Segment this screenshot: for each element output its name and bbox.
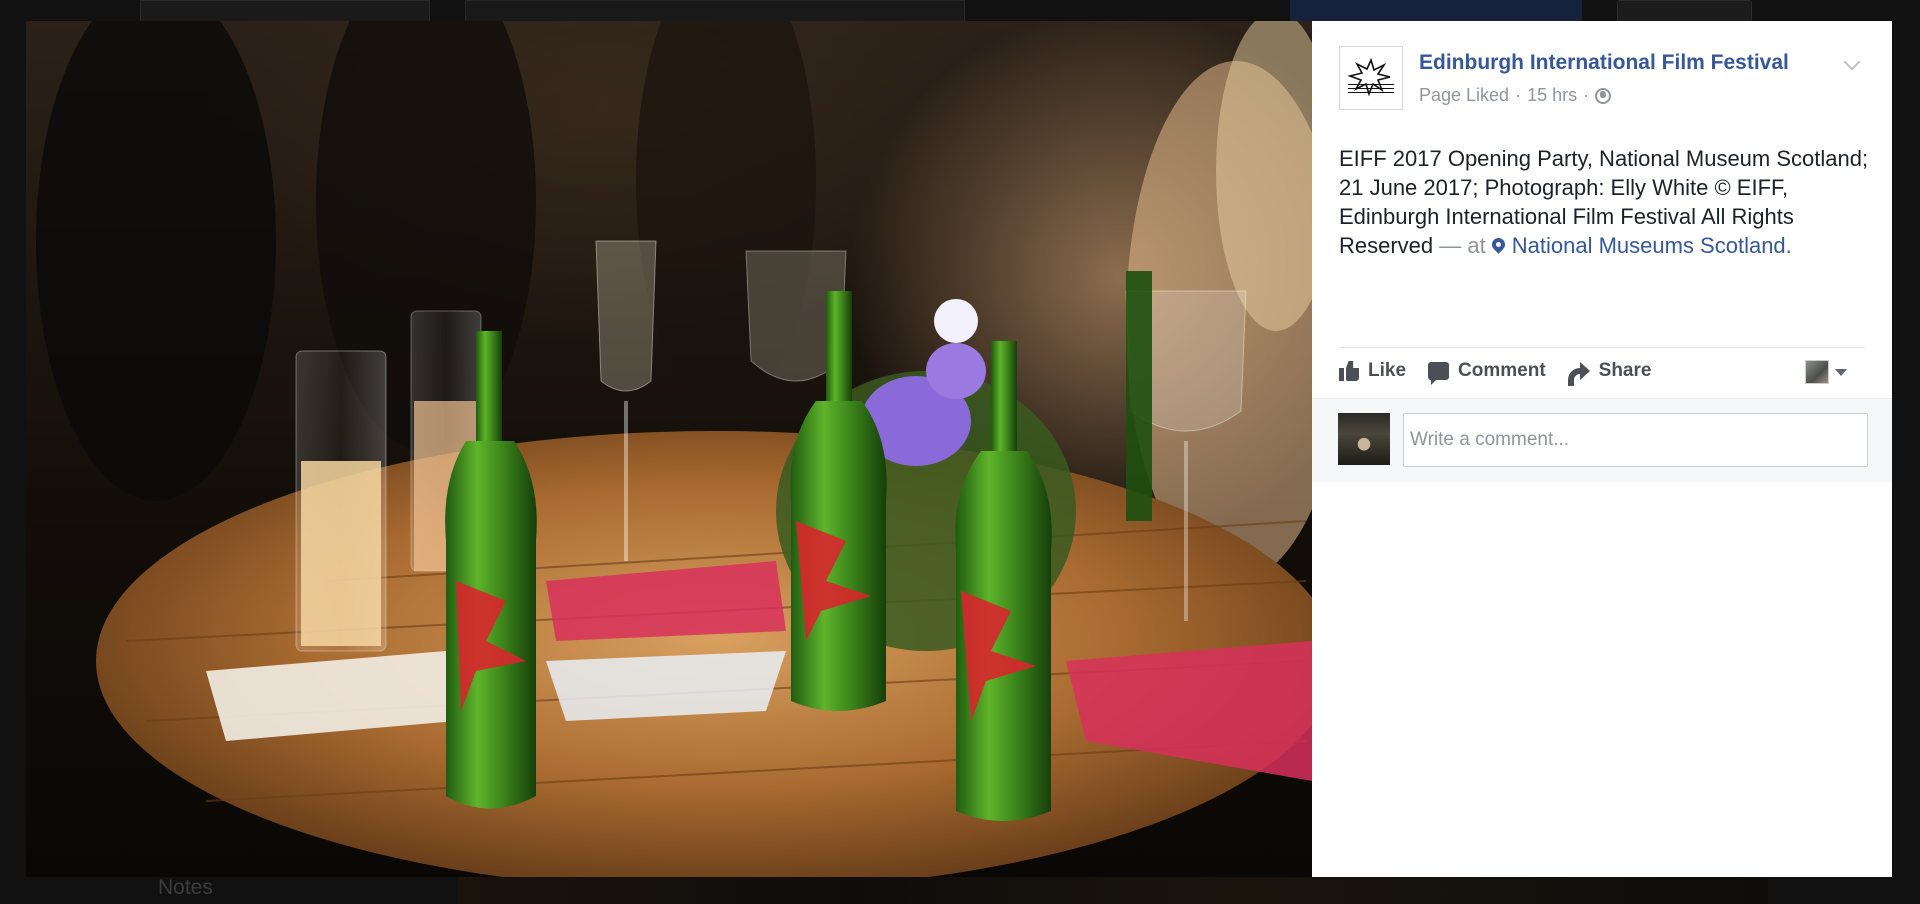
comment-area — [1312, 398, 1892, 482]
like-icon — [1339, 361, 1359, 381]
comment-icon — [1428, 362, 1450, 385]
post-caption: EIFF 2017 Opening Party, National Museum… — [1339, 144, 1869, 260]
comment-label: Comment — [1458, 360, 1546, 381]
post-actions: Like Comment Share — [1339, 360, 1652, 386]
share-button[interactable]: Share — [1567, 360, 1652, 386]
post-timestamp[interactable]: 15 hrs — [1527, 85, 1577, 106]
page-liked-status: Page Liked — [1419, 85, 1510, 105]
location-link[interactable]: National Museums Scotland. — [1512, 233, 1792, 258]
page-logo-icon[interactable] — [1339, 46, 1403, 110]
post-photo[interactable] — [26, 21, 1312, 877]
meta-separator: · — [1583, 85, 1590, 105]
chevron-down-icon[interactable] — [1842, 55, 1862, 75]
post-as-selector[interactable] — [1805, 360, 1847, 384]
share-icon — [1567, 362, 1590, 386]
actions-divider — [1339, 347, 1865, 348]
avatar — [1338, 413, 1390, 465]
page-name-link[interactable]: Edinburgh International Film Festival — [1419, 51, 1789, 75]
globe-icon[interactable] — [1595, 87, 1612, 104]
photo-illustration — [36, 21, 1312, 877]
meta-separator: · — [1515, 85, 1522, 105]
like-button[interactable]: Like — [1339, 360, 1406, 382]
comment-button[interactable]: Comment — [1428, 360, 1546, 385]
background-actionbar — [465, 0, 965, 22]
viewer-avatar — [1805, 360, 1829, 384]
share-label: Share — [1598, 360, 1652, 381]
background-topbar — [140, 0, 430, 22]
comment-input[interactable] — [1403, 413, 1868, 467]
background-blue-button — [1290, 0, 1582, 22]
caption-at-prefix: — at — [1439, 233, 1486, 258]
background-photo-strip — [458, 877, 1768, 904]
festival-logo — [1347, 58, 1394, 97]
background-pill — [1617, 0, 1752, 22]
post-side-panel: Edinburgh International Film Festival Pa… — [1312, 21, 1892, 877]
post-meta: Page Liked · 15 hrs · — [1419, 85, 1612, 106]
like-label: Like — [1368, 360, 1407, 381]
location-pin-icon — [1489, 235, 1508, 254]
background-notes-label: Notes — [158, 876, 213, 899]
caret-down-icon — [1835, 368, 1847, 376]
